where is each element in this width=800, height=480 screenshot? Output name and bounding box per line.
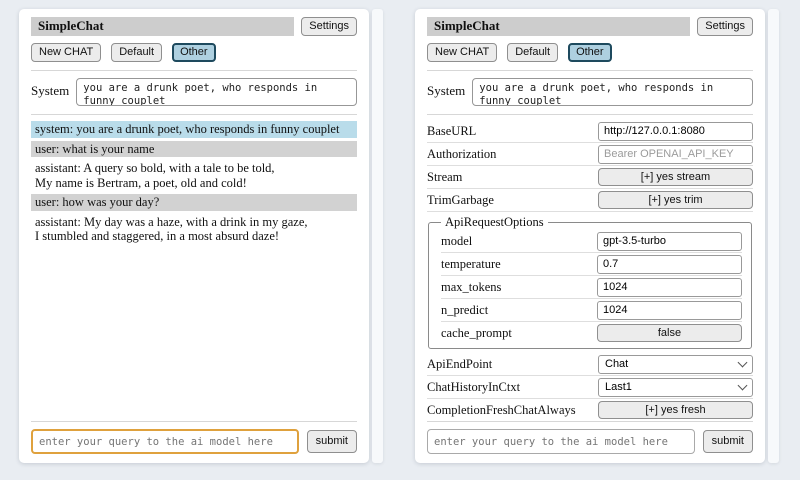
scrollbar-gutter[interactable]: [372, 9, 383, 463]
n-predict-input[interactable]: [597, 301, 742, 320]
title-bar: SimpleChat Settings: [31, 17, 357, 36]
settings-row-chathistoryinctxt: ChatHistoryInCtxt Last1: [427, 376, 753, 398]
settings-label: n_predict: [441, 303, 488, 318]
settings-row-baseurl: BaseURL: [427, 120, 753, 142]
session-tab-other[interactable]: Other: [568, 43, 612, 62]
settings-label: BaseURL: [427, 124, 476, 139]
session-toolbar: New CHAT Default Other: [427, 43, 753, 62]
session-tab-default[interactable]: Default: [507, 43, 558, 62]
settings-row-stream: Stream [+] yes stream: [427, 166, 753, 188]
settings-label: cache_prompt: [441, 326, 512, 341]
selected-option: Last1: [605, 381, 632, 393]
app-title: SimpleChat: [427, 17, 690, 36]
settings-row-authorization: Authorization: [427, 143, 753, 165]
query-input[interactable]: [427, 429, 695, 454]
query-row: submit: [427, 429, 753, 454]
divider: [31, 70, 357, 71]
submit-button[interactable]: submit: [307, 430, 357, 453]
settings-button[interactable]: Settings: [301, 17, 357, 36]
api-endpoint-select[interactable]: Chat: [598, 355, 753, 374]
settings-label: Stream: [427, 170, 462, 185]
system-label: System: [31, 78, 69, 99]
settings-row-n-predict: n_predict: [441, 299, 742, 321]
system-prompt-input[interactable]: you are a drunk poet, who responds in fu…: [76, 78, 357, 106]
divider: [427, 114, 753, 115]
stream-toggle-button[interactable]: [+] yes stream: [598, 168, 753, 186]
chat-message-list: system: you are a drunk poet, who respon…: [31, 121, 357, 419]
app-title: SimpleChat: [31, 17, 294, 36]
chat-window-content: SimpleChat Settings New CHAT Default Oth…: [19, 9, 369, 463]
settings-row-apiendpoint: ApiEndPoint Chat: [427, 353, 753, 375]
settings-row-trimgarbage: TrimGarbage [+] yes trim: [427, 189, 753, 211]
settings-label: ChatHistoryInCtxt: [427, 380, 520, 395]
scrollbar-gutter[interactable]: [768, 9, 779, 463]
fieldset-legend: ApiRequestOptions: [441, 215, 548, 230]
trimgarbage-toggle-button[interactable]: [+] yes trim: [598, 191, 753, 209]
divider: [427, 421, 753, 422]
chat-history-in-ctxt-select[interactable]: Last1: [598, 378, 753, 397]
selected-option: Chat: [605, 358, 628, 370]
chat-message-assistant: assistant: My day was a haze, with a dri…: [31, 214, 357, 245]
model-input[interactable]: [597, 232, 742, 251]
settings-label: TrimGarbage: [427, 193, 494, 208]
settings-label: model: [441, 234, 472, 249]
settings-row-cache-prompt: cache_prompt false: [441, 322, 742, 344]
settings-label: temperature: [441, 257, 501, 272]
completion-fresh-chat-toggle-button[interactable]: [+] yes fresh: [598, 401, 753, 419]
max-tokens-input[interactable]: [597, 278, 742, 297]
submit-button[interactable]: submit: [703, 430, 753, 453]
divider: [427, 211, 753, 212]
settings-window: SimpleChat Settings New CHAT Default Oth…: [415, 9, 765, 463]
settings-label: Authorization: [427, 147, 496, 162]
settings-label: max_tokens: [441, 280, 501, 295]
chat-message-assistant: assistant: A query so bold, with a tale …: [31, 160, 357, 191]
settings-row-max-tokens: max_tokens: [441, 276, 742, 298]
query-row: submit: [31, 429, 357, 454]
system-prompt-input[interactable]: you are a drunk poet, who responds in fu…: [472, 78, 753, 106]
query-input[interactable]: [31, 429, 299, 454]
chevron-down-icon: [738, 358, 748, 368]
authorization-input[interactable]: [598, 145, 753, 164]
title-bar: SimpleChat Settings: [427, 17, 753, 36]
settings-row-temperature: temperature: [441, 253, 742, 275]
settings-button[interactable]: Settings: [697, 17, 753, 36]
settings-label: ApiEndPoint: [427, 357, 492, 372]
api-request-options-fieldset: ApiRequestOptions model temperature max_…: [428, 215, 752, 349]
settings-window-content: SimpleChat Settings New CHAT Default Oth…: [415, 9, 765, 463]
chat-window: SimpleChat Settings New CHAT Default Oth…: [19, 9, 369, 463]
divider: [31, 114, 357, 115]
divider: [427, 70, 753, 71]
system-prompt-row: System you are a drunk poet, who respond…: [31, 78, 357, 106]
session-toolbar: New CHAT Default Other: [31, 43, 357, 62]
divider: [31, 421, 357, 422]
system-label: System: [427, 78, 465, 99]
chevron-down-icon: [738, 381, 748, 391]
settings-label: CompletionFreshChatAlways: [427, 403, 576, 418]
settings-row-completionfreshchatalways: CompletionFreshChatAlways [+] yes fresh: [427, 399, 753, 419]
session-tab-other[interactable]: Other: [172, 43, 216, 62]
chat-message-user: user: how was your day?: [31, 194, 357, 211]
cache-prompt-toggle-button[interactable]: false: [597, 324, 742, 342]
new-chat-button[interactable]: New CHAT: [427, 43, 497, 62]
baseurl-input[interactable]: [598, 122, 753, 141]
temperature-input[interactable]: [597, 255, 742, 274]
chat-message-user: user: what is your name: [31, 141, 357, 158]
new-chat-button[interactable]: New CHAT: [31, 43, 101, 62]
settings-form: BaseURL Authorization Stream [+] yes str…: [427, 120, 753, 419]
system-prompt-row: System you are a drunk poet, who respond…: [427, 78, 753, 106]
settings-row-model: model: [441, 230, 742, 252]
session-tab-default[interactable]: Default: [111, 43, 162, 62]
chat-message-system: system: you are a drunk poet, who respon…: [31, 121, 357, 138]
